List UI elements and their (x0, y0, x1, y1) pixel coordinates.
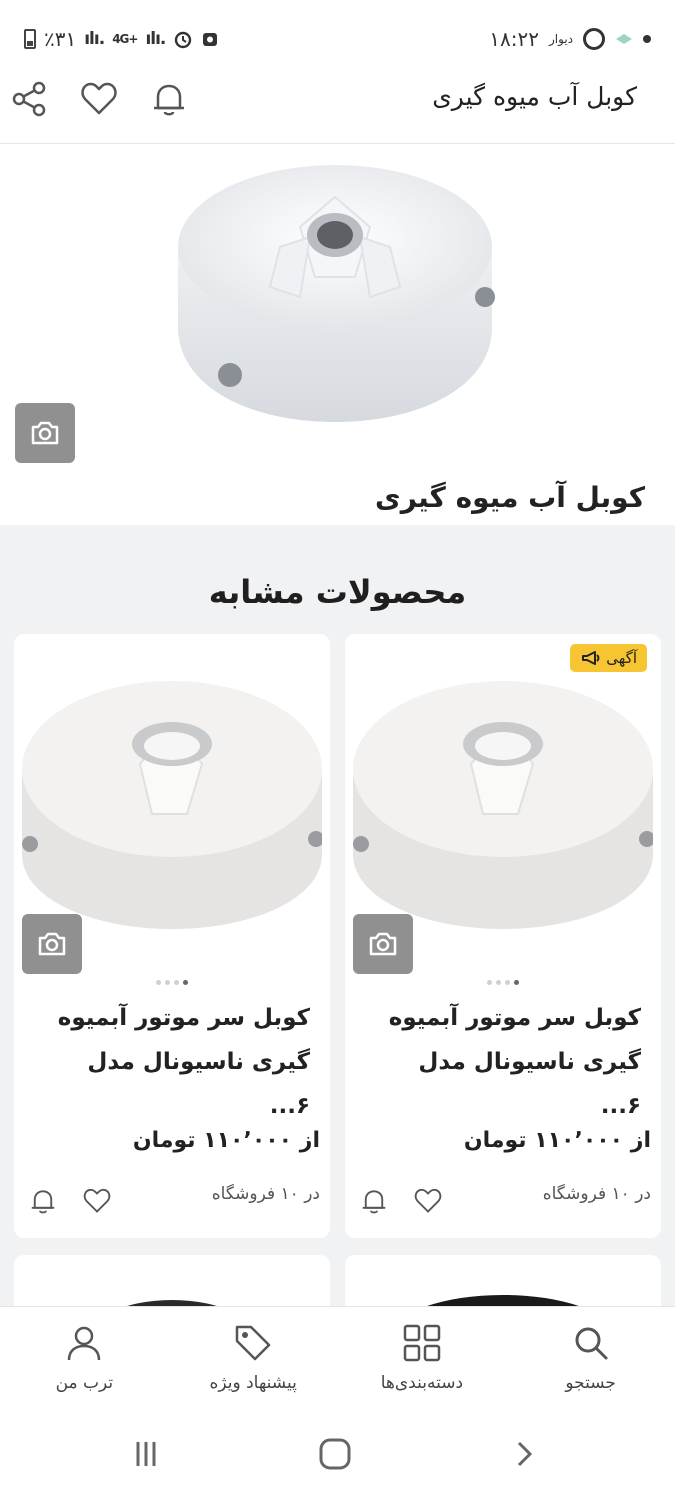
nav-categories[interactable]: دسته‌بندی‌ها (338, 1307, 507, 1414)
product-card[interactable]: کوبل سر موتور آبمیوه گیری ناسیونال مدل ۶… (14, 634, 330, 1238)
image-search-button[interactable] (15, 403, 75, 463)
product-card[interactable] (14, 1255, 330, 1306)
image-search-button[interactable] (353, 914, 413, 974)
megaphone-icon (582, 651, 600, 665)
search-icon (575, 1327, 608, 1360)
card-actions (359, 1186, 443, 1216)
notification-app-icon (203, 33, 218, 46)
product-card[interactable]: آگهی کوبل سر موتور آبمیوه گیری ناسیونال … (345, 634, 661, 1238)
card-title: کوبل سر موتور آبمیوه گیری ناسیونال مدل ۶… (388, 1005, 641, 1119)
recents-icon (136, 1442, 156, 1466)
bell-icon[interactable] (359, 1186, 389, 1216)
nav-special-offers[interactable]: پیشنهاد ویژه (169, 1307, 338, 1414)
carrier-label: دیوار (548, 32, 573, 46)
dot-icon (643, 35, 651, 43)
user-icon (68, 1326, 101, 1361)
tag-icon (235, 1325, 271, 1361)
bell-icon[interactable] (28, 1186, 58, 1216)
system-navigation-bar (0, 1414, 675, 1500)
card-product-image (127, 1300, 217, 1306)
bell-icon (154, 84, 184, 116)
app-notification-icon (616, 34, 632, 44)
home-button[interactable] (315, 1434, 355, 1474)
nav-search[interactable]: جستجو (506, 1307, 675, 1414)
card-actions (28, 1186, 112, 1216)
heart-icon (81, 82, 117, 115)
product-gallery: کوبل آب میوه گیری (0, 145, 675, 525)
share-icon (12, 81, 46, 117)
signal-icon: ılı. (84, 29, 105, 49)
alarm-icon (175, 31, 192, 49)
camera-icon (31, 421, 59, 445)
page-title: کوبل آب میوه گیری (432, 82, 637, 111)
battery-icon (24, 29, 36, 49)
sync-icon (583, 28, 605, 50)
header-actions (8, 78, 190, 120)
nav-my-torob-label: ترب من (55, 1373, 114, 1393)
home-icon (319, 1438, 351, 1470)
card-price: از ۱۱۰٬۰۰۰ تومان (463, 1128, 651, 1153)
product-name: کوبل آب میوه گیری (375, 481, 645, 514)
nav-search-label: جستجو (565, 1373, 616, 1393)
nav-my-torob[interactable]: ترب من (0, 1307, 169, 1414)
product-card[interactable] (345, 1255, 661, 1306)
card-product-image (22, 681, 322, 929)
recent-apps-button[interactable] (126, 1434, 166, 1474)
card-product-image (353, 681, 653, 929)
price-alert-button[interactable] (148, 78, 190, 120)
camera-icon (369, 932, 397, 956)
status-right: ۱۸:۲۲ دیوار (489, 24, 651, 54)
battery-level: ٪۳۱ (44, 27, 77, 51)
product-image[interactable] (170, 157, 500, 432)
card-title: کوبل سر موتور آبمیوه گیری ناسیونال مدل ۶… (57, 1005, 310, 1119)
ad-badge-label: آگهی (606, 649, 637, 667)
back-button[interactable] (504, 1434, 544, 1474)
status-left: ٪۳۱ ılı. 4G+ ılı. (24, 24, 219, 54)
grid-icon (403, 1324, 441, 1362)
similar-products-section: محصولات مشابه آگهی کوبل سر موتور آبمیوه … (0, 525, 675, 1306)
heart-icon[interactable] (413, 1186, 443, 1216)
card-shop-count: در ۱۰ فروشگاه (211, 1184, 320, 1204)
network-type: 4G+ (112, 32, 138, 46)
bottom-navigation: جستجو دسته‌بندی‌ها پیشنهاد ویژه ترب من (0, 1306, 675, 1414)
nav-offers-label: پیشنهاد ویژه (209, 1373, 297, 1393)
image-pagination (345, 980, 661, 985)
ad-badge: آگهی (570, 644, 647, 672)
clock: ۱۸:۲۲ (489, 27, 539, 51)
card-shop-count: در ۱۰ فروشگاه (542, 1184, 651, 1204)
signal-icon-2: ılı. (145, 29, 166, 49)
card-price: از ۱۱۰٬۰۰۰ تومان (132, 1128, 320, 1153)
camera-icon (38, 932, 66, 956)
status-bar: ٪۳۱ ılı. 4G+ ılı. ۱۸:۲۲ دیوار (0, 0, 675, 78)
nav-categories-label: دسته‌بندی‌ها (380, 1373, 464, 1393)
chevron-right-icon (517, 1441, 533, 1467)
card-product-image (427, 1295, 579, 1306)
section-title: محصولات مشابه (208, 573, 467, 611)
image-pagination (14, 980, 330, 985)
page-header: کوبل آب میوه گیری (0, 78, 675, 144)
heart-icon[interactable] (82, 1186, 112, 1216)
image-search-button[interactable] (22, 914, 82, 974)
share-button[interactable] (8, 78, 50, 120)
favorite-button[interactable] (78, 78, 120, 120)
